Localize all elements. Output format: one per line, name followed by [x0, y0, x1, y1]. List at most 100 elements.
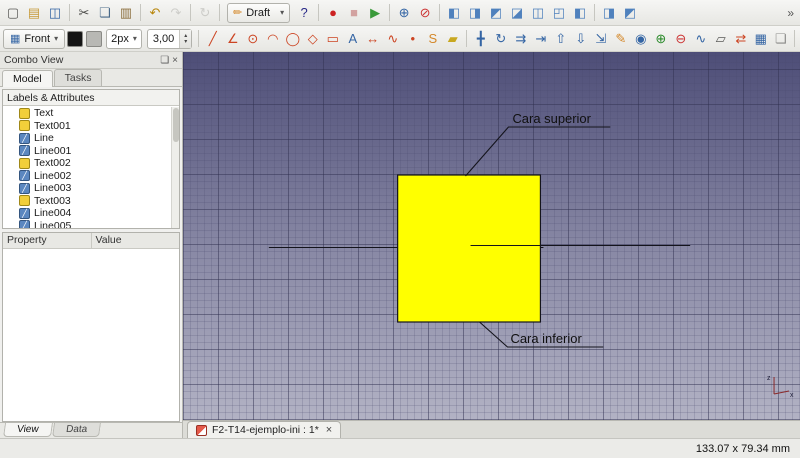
- property-editor-body[interactable]: [3, 249, 179, 421]
- view-rear-icon[interactable]: ◫: [528, 3, 548, 23]
- view-isometric-icon[interactable]: ◧: [444, 3, 464, 23]
- view-front-icon[interactable]: ◨: [465, 3, 485, 23]
- tree-scrollbar[interactable]: [171, 107, 179, 228]
- line-color-swatch[interactable]: [67, 31, 83, 47]
- draft-move-icon[interactable]: ╋: [471, 29, 490, 49]
- draft-polygon-icon[interactable]: ◇: [303, 29, 322, 49]
- view-dimetric-icon[interactable]: ◩: [620, 3, 640, 23]
- whats-this-icon[interactable]: ?: [294, 3, 314, 23]
- face-color-swatch[interactable]: [86, 31, 102, 47]
- draft-dimension-icon[interactable]: ↔: [363, 29, 382, 49]
- macro-run-icon[interactable]: ▶: [365, 3, 385, 23]
- cut-icon[interactable]: ✂: [74, 3, 94, 23]
- view-axonometric-icon[interactable]: ◨: [599, 3, 619, 23]
- tree-item-line001[interactable]: ╱Line001: [19, 145, 179, 158]
- view-top-icon[interactable]: ◩: [486, 3, 506, 23]
- combo-view-titlebar[interactable]: Combo View ❏ ×: [0, 52, 182, 69]
- draft-add-point-icon[interactable]: ⊕: [651, 29, 670, 49]
- draft-edit-icon[interactable]: ✎: [611, 29, 630, 49]
- document-tab[interactable]: F2-T14-ejemplo-ini : 1* ×: [187, 421, 341, 438]
- tree-item-line004[interactable]: ╱Line004: [19, 207, 179, 220]
- tab-view[interactable]: View: [3, 423, 52, 437]
- tree-item-text[interactable]: Text: [19, 107, 179, 120]
- draft-ellipse-icon[interactable]: ◯: [283, 29, 302, 49]
- new-file-icon[interactable]: ▢: [3, 3, 23, 23]
- combo-view-panel: Combo View ❏ × Model Tasks Labels & Attr…: [0, 52, 183, 438]
- tree-item-line005[interactable]: ╱Line005: [19, 220, 179, 229]
- view-draw-style-icon[interactable]: ⊘: [415, 3, 435, 23]
- toolbar-overflow-button[interactable]: »: [784, 6, 797, 20]
- tree-header[interactable]: Labels & Attributes: [3, 90, 179, 106]
- property-editor: Property Value: [2, 232, 180, 422]
- tree-item-line003[interactable]: ╱Line003: [19, 182, 179, 195]
- draft-rectangle-icon[interactable]: ▭: [323, 29, 342, 49]
- working-plane-button[interactable]: ▦ Front ▾: [3, 29, 65, 49]
- spin-down-icon[interactable]: ▾: [180, 39, 191, 45]
- redo-icon[interactable]: ↷: [166, 3, 186, 23]
- line-width-select[interactable]: 2px ▾: [106, 29, 142, 49]
- save-file-icon[interactable]: ◫: [45, 3, 65, 23]
- 3d-viewport[interactable]: Cara superior Cara inferior z x: [183, 52, 800, 420]
- draft-downgrade-icon[interactable]: ⇩: [571, 29, 590, 49]
- draft-to-sketch-icon[interactable]: ⇄: [731, 29, 750, 49]
- macro-stop-icon[interactable]: ■: [344, 3, 364, 23]
- draft-trimex-icon[interactable]: ⇥: [531, 29, 550, 49]
- annotation-leader-top[interactable]: [466, 127, 611, 176]
- view-right-icon[interactable]: ◪: [507, 3, 527, 23]
- tree-item-text003[interactable]: Text003: [19, 195, 179, 208]
- draft-array-icon[interactable]: ▦: [751, 29, 770, 49]
- workbench-selector[interactable]: ✏ Draft ▾: [227, 3, 290, 23]
- draft-subelement-highlight-icon[interactable]: ◉: [631, 29, 650, 49]
- macro-record-icon[interactable]: ●: [323, 3, 343, 23]
- tab-tasks[interactable]: Tasks: [54, 69, 103, 86]
- tree-item-line002[interactable]: ╱Line002: [19, 170, 179, 183]
- draft-line-icon[interactable]: ╱: [203, 29, 222, 49]
- open-file-icon[interactable]: ▤: [24, 3, 44, 23]
- annotation-text-top[interactable]: Cara superior: [512, 111, 591, 126]
- draft-facebinder-icon[interactable]: ▰: [443, 29, 462, 49]
- view-bottom-icon[interactable]: ◰: [549, 3, 569, 23]
- spinner-arrows[interactable]: ▴ ▾: [179, 30, 191, 48]
- tree-scrollbar-thumb[interactable]: [173, 108, 179, 142]
- tab-data[interactable]: Data: [52, 423, 101, 437]
- axis-x-label: x: [790, 392, 794, 399]
- annotation-text-bottom[interactable]: Cara inferior: [510, 331, 582, 346]
- draft-rotate-icon[interactable]: ↻: [491, 29, 510, 49]
- paste-icon[interactable]: ▥: [116, 3, 136, 23]
- draft-wire-to-bspline-icon[interactable]: ∿: [691, 29, 710, 49]
- draft-scale-icon[interactable]: ⇲: [591, 29, 610, 49]
- close-document-icon[interactable]: ×: [326, 424, 332, 436]
- tab-model[interactable]: Model: [2, 70, 53, 87]
- tree-item-line[interactable]: ╱Line: [19, 132, 179, 145]
- line-width-value: 2px: [111, 33, 129, 45]
- text-size-spinner[interactable]: 3,00 ▴ ▾: [147, 29, 192, 49]
- draft-shapestring-icon[interactable]: S: [423, 29, 442, 49]
- draft-square[interactable]: [398, 175, 541, 322]
- property-column-header[interactable]: Property: [3, 233, 92, 248]
- draft-text-icon[interactable]: A: [343, 29, 362, 49]
- tree-item-text001[interactable]: Text001: [19, 120, 179, 133]
- chevron-down-icon: ▾: [280, 8, 284, 17]
- float-panel-icon[interactable]: ❏: [160, 55, 169, 66]
- draft-arc-icon[interactable]: ◠: [263, 29, 282, 49]
- tree-item-text002[interactable]: Text002: [19, 157, 179, 170]
- draft-polyline-icon[interactable]: ∠: [223, 29, 242, 49]
- refresh-icon[interactable]: ↻: [195, 3, 215, 23]
- tree-item-label: Text: [34, 107, 53, 119]
- undo-icon[interactable]: ↶: [145, 3, 165, 23]
- view-fit-all-icon[interactable]: ⊕: [394, 3, 414, 23]
- draft-bspline-icon[interactable]: ∿: [383, 29, 402, 49]
- draft-clone-icon[interactable]: ❏: [771, 29, 790, 49]
- draft-point-icon[interactable]: •: [403, 29, 422, 49]
- copy-icon[interactable]: ❏: [95, 3, 115, 23]
- draft-circle-icon[interactable]: ⊙: [243, 29, 262, 49]
- draft-remove-point-icon[interactable]: ⊖: [671, 29, 690, 49]
- value-column-header[interactable]: Value: [92, 233, 180, 248]
- toolbar-separator: [140, 4, 141, 21]
- draft-offset-icon[interactable]: ⇉: [511, 29, 530, 49]
- draft-shape-2d-view-icon[interactable]: ▱: [711, 29, 730, 49]
- view-left-icon[interactable]: ◧: [570, 3, 590, 23]
- close-panel-icon[interactable]: ×: [172, 55, 178, 66]
- draft-upgrade-icon[interactable]: ⇧: [551, 29, 570, 49]
- toolbar-separator: [439, 4, 440, 21]
